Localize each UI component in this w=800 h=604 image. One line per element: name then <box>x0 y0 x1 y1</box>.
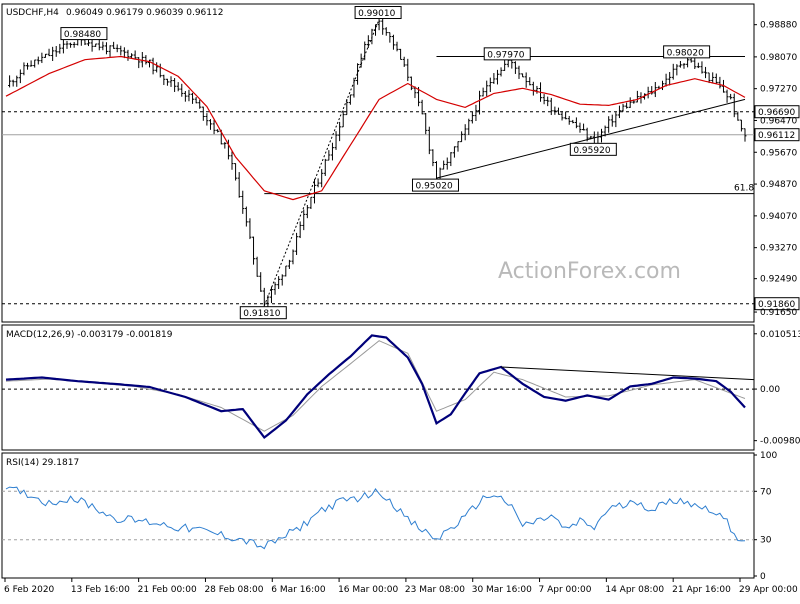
price-callout: 0.98480 <box>60 27 108 41</box>
rsi-axis-label: 100 <box>760 451 777 461</box>
price-callout-text: 0.97970 <box>487 50 524 60</box>
macd-axis-label: 0.010513 <box>760 330 800 340</box>
price-axis-label: 0.96470 <box>760 116 797 126</box>
rsi-axis-label: 0 <box>760 572 766 582</box>
price-axis-label: 0.92490 <box>760 275 797 285</box>
price-callout-text: 0.95920 <box>573 146 610 156</box>
price-ohlc-header: 0.96049 0.96179 0.96039 0.96112 <box>66 8 223 18</box>
price-axis-label: 0.97270 <box>760 85 797 95</box>
time-axis-label: 13 Feb 16:00 <box>71 585 130 595</box>
price-callout-text: 0.91810 <box>243 309 280 319</box>
macd-panel-title: MACD(12,26,9) -0.003179 -0.001819 <box>6 330 173 340</box>
price-callout: 0.98020 <box>663 45 711 59</box>
price-axis-label: 0.98070 <box>760 53 797 63</box>
time-axis-label: 14 Apr 08:00 <box>605 585 664 595</box>
price-axis-label: 0.94070 <box>760 212 797 222</box>
time-axis-label: 28 Feb 08:00 <box>204 585 263 595</box>
watermark: ActionForex.com <box>498 259 681 284</box>
fib-label: 61.8 <box>734 184 754 194</box>
price-callout-text: 0.98480 <box>64 30 101 40</box>
time-axis-label: 21 Feb 00:00 <box>138 585 197 595</box>
time-axis-label: 30 Mar 16:00 <box>472 585 532 595</box>
right-price-label-text: 0.96112 <box>758 131 795 141</box>
time-axis-label: 23 Mar 08:00 <box>405 585 465 595</box>
price-axis-label: 0.95670 <box>760 148 797 158</box>
price-callout: 0.95020 <box>411 178 459 192</box>
time-axis-label: 16 Mar 00:00 <box>338 585 398 595</box>
rsi-axis-label: 30 <box>760 536 772 546</box>
price-axis-label: 0.91650 <box>760 308 797 318</box>
macd-axis-label: -0.009804 <box>760 437 800 447</box>
time-axis-label: 29 Apr 00:00 <box>739 585 798 595</box>
rsi-panel-frame <box>1 452 755 579</box>
price-axis-label: 0.98880 <box>760 21 797 31</box>
time-axis-label: 6 Feb 2020 <box>4 585 55 595</box>
price-callout: 0.91810 <box>239 306 287 320</box>
price-callout: 0.95920 <box>569 142 617 156</box>
time-axis-label: 6 Mar 16:00 <box>271 585 326 595</box>
time-axis-label: 21 Apr 16:00 <box>672 585 731 595</box>
price-panel-title: USDCHF,H4 <box>6 8 59 18</box>
price-callout-text: 0.95020 <box>415 182 452 192</box>
chart-root: ActionForex.com 61.8 0.98480 0.99010 0.9797… <box>0 0 800 600</box>
rsi-panel-title: RSI(14) 29.1817 <box>6 458 79 468</box>
price-callout: 0.97970 <box>483 47 531 61</box>
price-callout-text: 0.98020 <box>667 48 704 58</box>
price-axis-label: 0.94870 <box>760 180 797 190</box>
price-callout-text: 0.99010 <box>358 9 395 19</box>
price-axis-label: 0.93270 <box>760 244 797 254</box>
right-price-label: 0.96112 <box>754 128 800 142</box>
time-axis-label: 7 Apr 00:00 <box>539 585 592 595</box>
price-callout: 0.99010 <box>354 6 402 20</box>
usdchf-chart: ActionForex.com 61.8 0.98480 0.99010 0.9797… <box>1 3 800 595</box>
macd-axis-label: 0.00 <box>760 385 780 395</box>
rsi-axis-label: 70 <box>760 487 772 497</box>
